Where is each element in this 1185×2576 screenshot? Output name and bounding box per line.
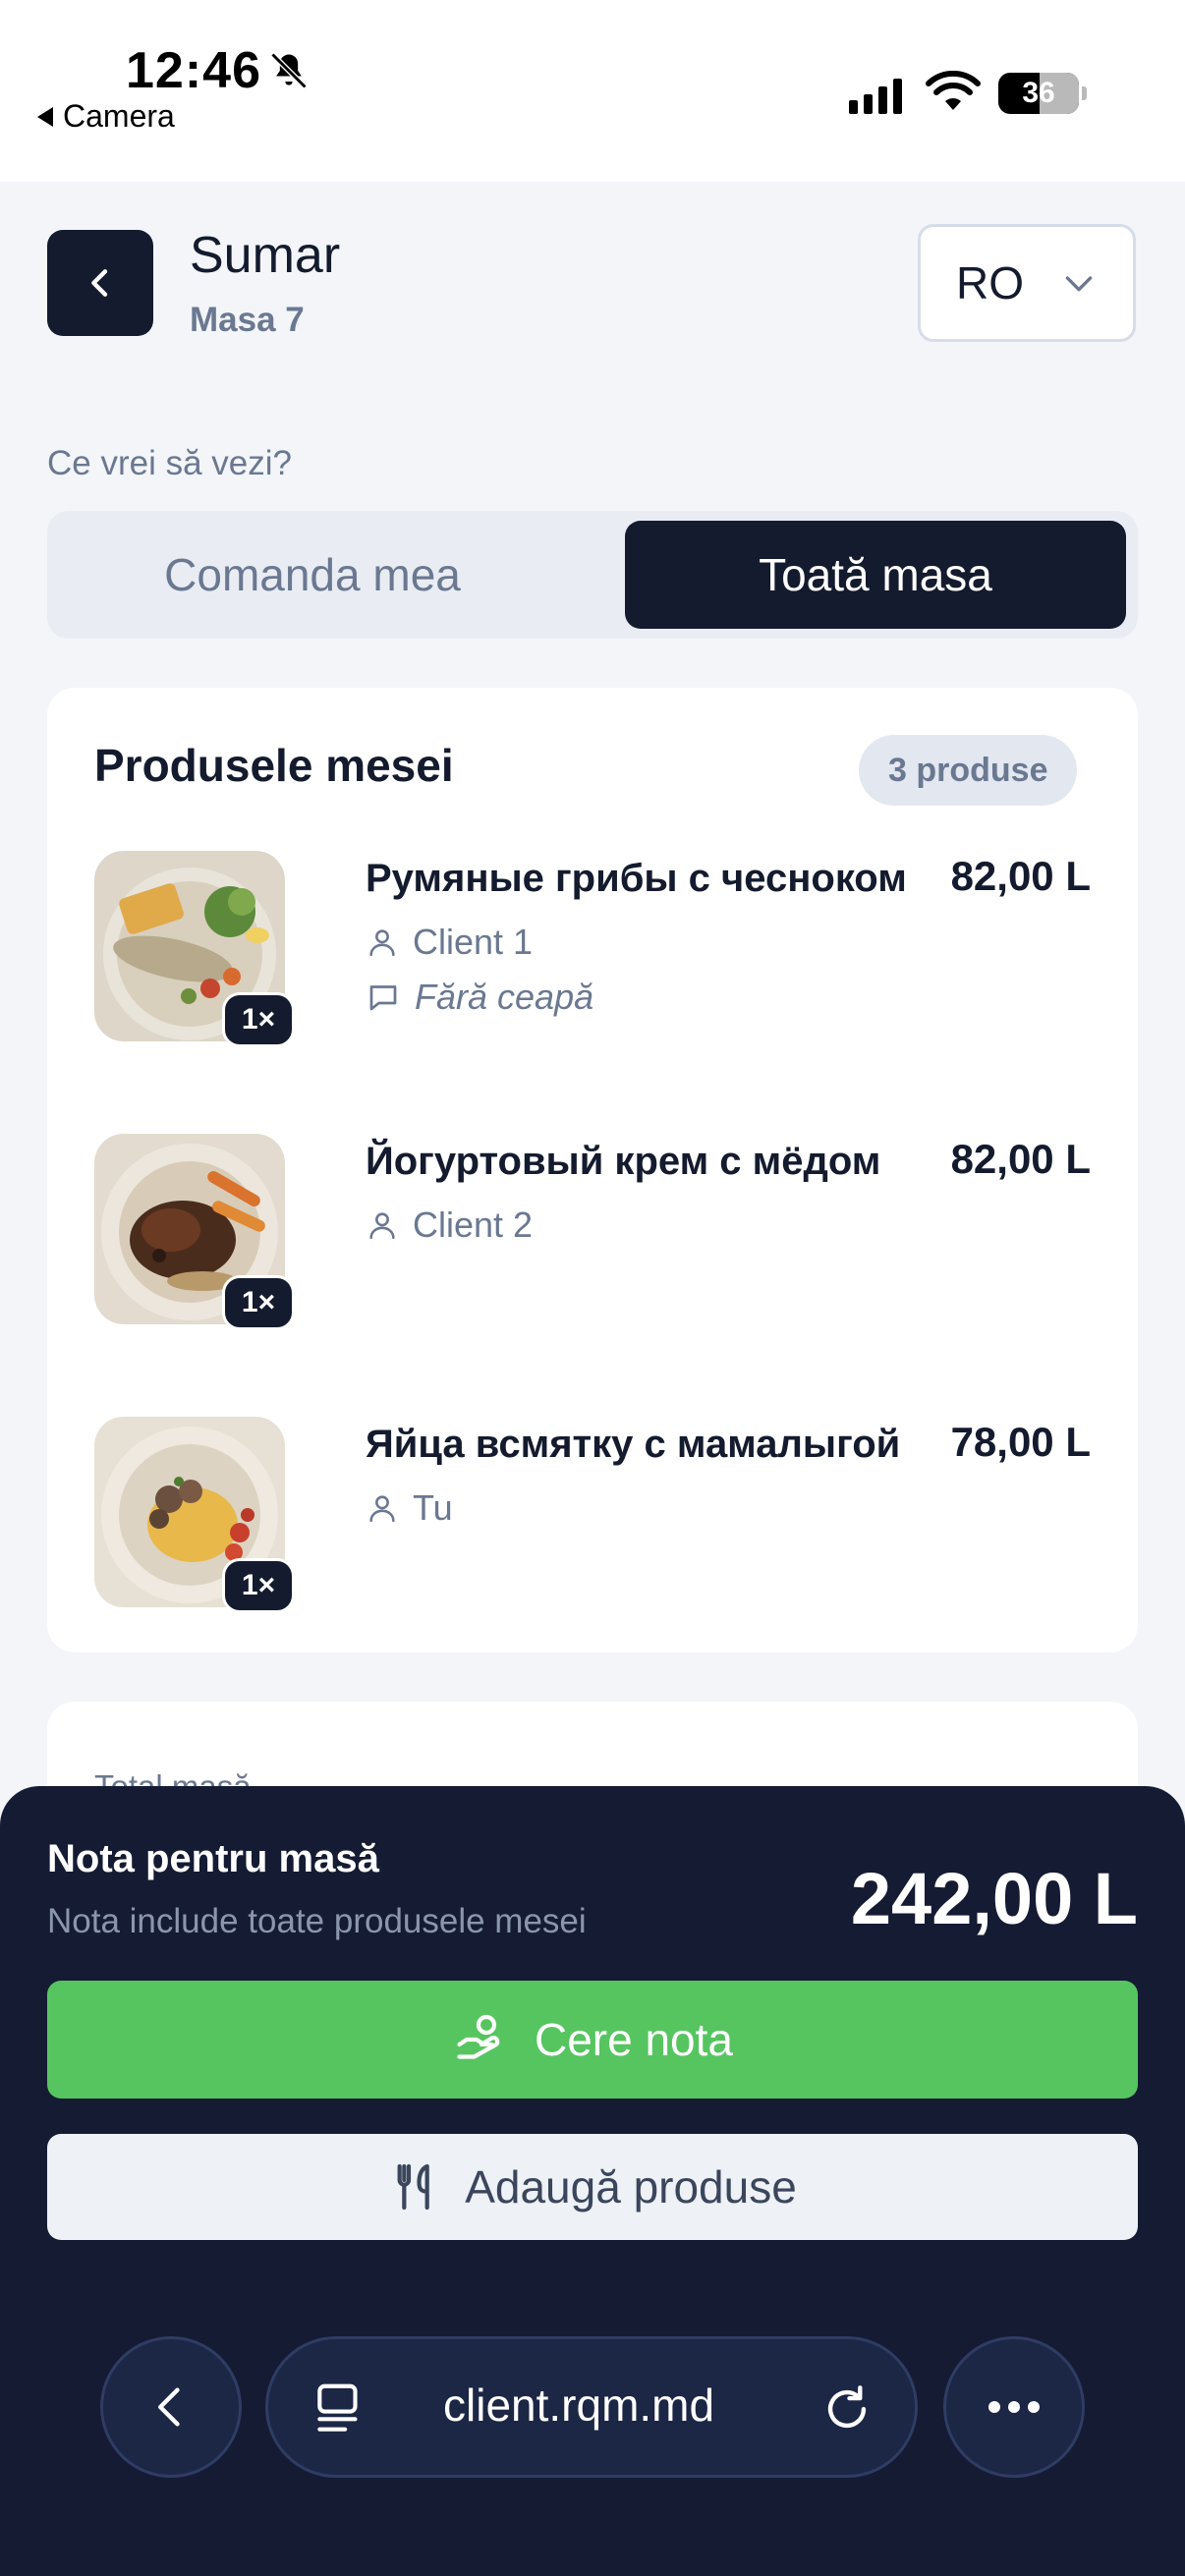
table-subtitle: Masa 7 <box>190 301 305 339</box>
language-code: RO <box>956 257 1024 308</box>
reload-icon[interactable] <box>818 2380 875 2437</box>
bell-muted-icon <box>270 52 308 89</box>
battery-level: 36 <box>1022 77 1055 109</box>
list-item: 1× Румяные грибы с чесноком 82,00 L Clie… <box>94 851 1091 1057</box>
quantity-badge: 1× <box>222 1275 295 1330</box>
battery-icon: 36 <box>998 73 1087 114</box>
user-icon <box>369 929 395 957</box>
item-name: Румяные грибы с чесноком <box>366 857 907 900</box>
page-title: Sumar <box>190 227 341 284</box>
tab-whole-table[interactable]: Toată masa <box>625 521 1126 629</box>
add-products-label: Adaugă produse <box>465 2161 797 2212</box>
item-price: 82,00 L <box>950 1136 1091 1182</box>
item-name: Яйца всмятку с мамалыгой <box>366 1423 901 1466</box>
add-products-button[interactable]: Adaugă produse <box>47 2134 1138 2240</box>
chevron-left-icon <box>158 2387 180 2427</box>
utensils-icon <box>397 2163 429 2211</box>
bill-bottom-sheet: Nota pentru masă Nota include toate prod… <box>0 1786 1185 2576</box>
bill-total: 242,00 L <box>850 1858 1138 1939</box>
wifi-icon <box>926 71 981 110</box>
list-item: 1× Йогуртовый крем с мёдом 82,00 L Clien… <box>94 1134 1091 1340</box>
client-label: Client 2 <box>413 1204 534 1245</box>
item-client: Client 2 <box>366 1204 533 1246</box>
tab-my-order[interactable]: Comanda mea <box>47 521 578 629</box>
list-item: 1× Яйца всмятку с мамалыгой 78,00 L Tu <box>94 1417 1091 1623</box>
table-products-card: Produsele mesei 3 produse 1× Румяные гри… <box>47 688 1138 1652</box>
item-price: 82,00 L <box>950 853 1091 899</box>
note-label: Fără ceapă <box>415 977 594 1017</box>
back-button[interactable] <box>47 230 153 336</box>
request-bill-button[interactable]: Cere nota <box>47 1981 1138 2099</box>
client-label: Tu <box>413 1487 453 1528</box>
card-title: Produsele mesei <box>94 740 454 791</box>
more-options-button[interactable] <box>943 2336 1085 2478</box>
comment-icon <box>369 985 397 1011</box>
request-bill-label: Cere nota <box>534 2014 733 2065</box>
status-bar: 12:46 Camera 36 <box>0 0 1185 182</box>
item-client: Client 1 <box>366 922 533 963</box>
back-triangle-icon <box>37 106 53 127</box>
back-to-app-link[interactable]: Camera <box>37 98 175 135</box>
hand-money-icon <box>457 2014 500 2059</box>
tabs-icon <box>317 2383 358 2432</box>
quantity-badge: 1× <box>222 1558 295 1613</box>
item-price: 78,00 L <box>950 1419 1091 1465</box>
user-icon <box>369 1212 395 1240</box>
item-client: Tu <box>366 1487 453 1529</box>
address-bar[interactable]: client.rqm.md <box>265 2336 918 2478</box>
language-select[interactable]: RO <box>918 224 1136 342</box>
browser-back-button[interactable] <box>100 2336 242 2478</box>
url-text: client.rqm.md <box>443 2380 715 2431</box>
item-note: Fără ceapă <box>366 977 593 1018</box>
item-name: Йогуртовый крем с мёдом <box>366 1140 881 1183</box>
view-segmented-control: Comanda mea Toată masa <box>47 511 1138 639</box>
bill-title: Nota pentru masă <box>47 1837 379 1880</box>
bill-subtitle: Nota include toate produsele mesei <box>47 1902 587 1940</box>
back-app-label: Camera <box>63 98 175 134</box>
chevron-down-icon <box>1065 276 1093 292</box>
chevron-left-icon <box>91 269 108 297</box>
user-icon <box>369 1495 395 1523</box>
cellular-signal-icon <box>849 75 902 114</box>
ellipsis-icon <box>988 2401 1040 2413</box>
status-time: 12:46 <box>126 42 261 99</box>
quantity-badge: 1× <box>222 992 295 1047</box>
product-count-badge: 3 produse <box>859 735 1078 806</box>
client-label: Client 1 <box>413 922 534 962</box>
view-question: Ce vrei să vezi? <box>47 444 292 482</box>
